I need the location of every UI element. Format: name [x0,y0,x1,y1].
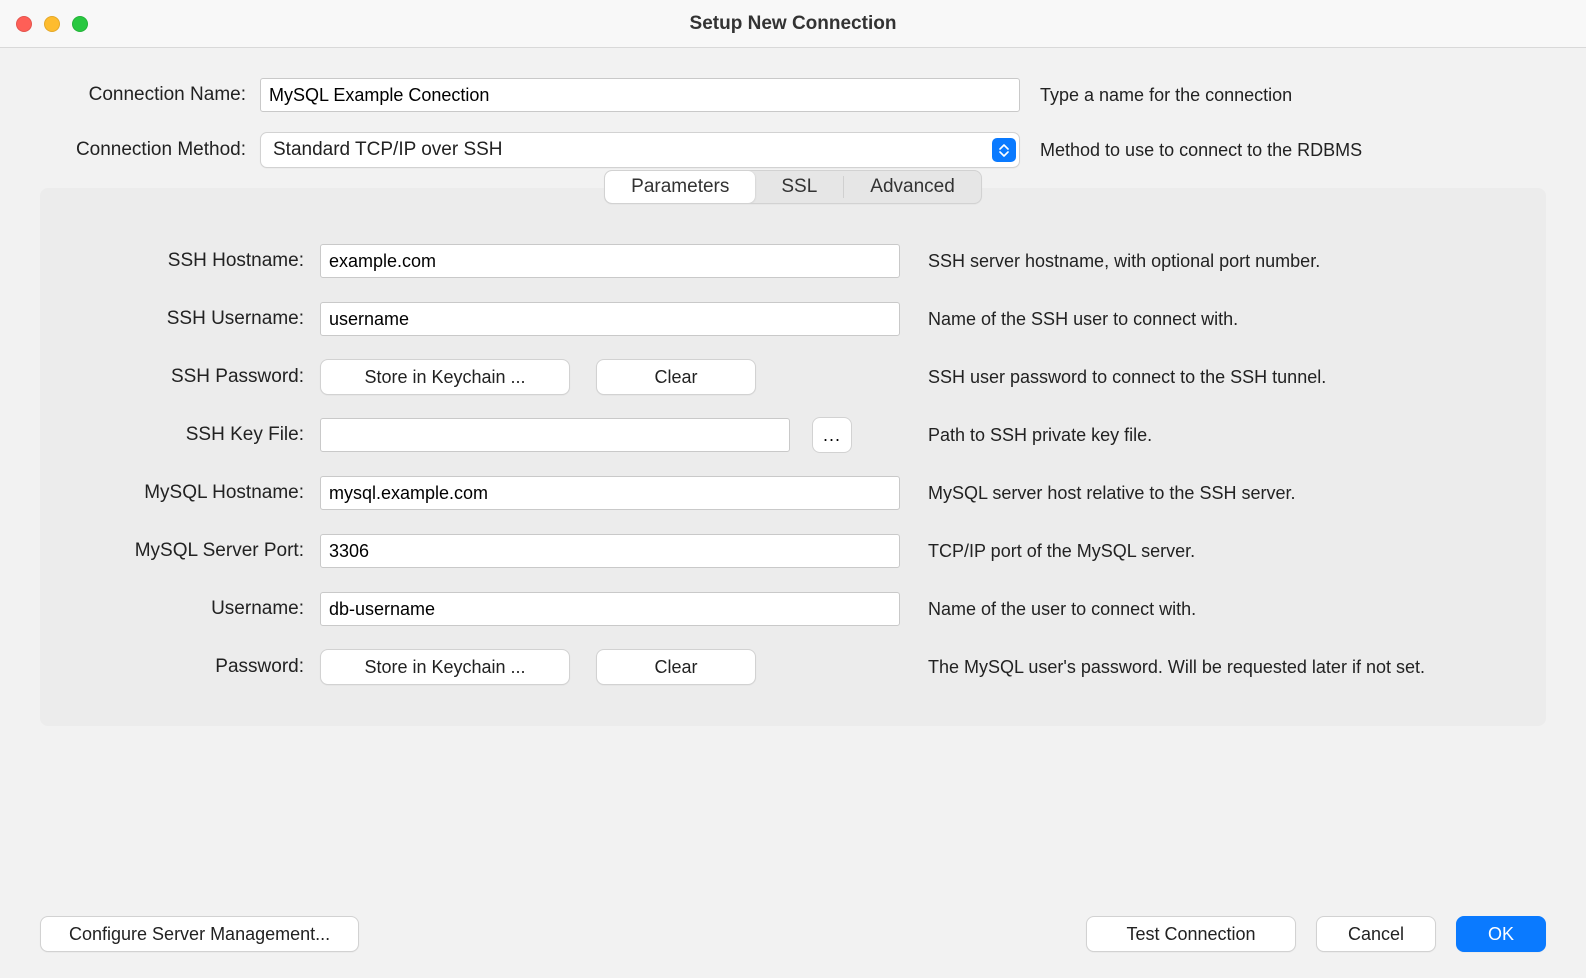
zoom-icon[interactable] [72,16,88,32]
cancel-button[interactable]: Cancel [1316,916,1436,952]
mysql-port-label: MySQL Server Port: [70,540,320,562]
connection-method-value: Standard TCP/IP over SSH [273,139,503,161]
ssh-keyfile-label: SSH Key File: [70,424,320,446]
connection-name-helper: Type a name for the connection [1020,85,1546,106]
parameters-panel: Parameters SSL Advanced SSH Hostname: SS… [40,188,1546,726]
connection-name-input[interactable] [260,78,1020,112]
tab-group: Parameters SSL Advanced [604,170,982,204]
configure-server-button[interactable]: Configure Server Management... [40,916,359,952]
ssh-keyfile-browse-button[interactable]: ... [812,417,852,453]
connection-method-label: Connection Method: [40,139,260,161]
tab-advanced[interactable]: Advanced [844,171,981,203]
username-label: Username: [70,598,320,620]
ssh-password-clear-button[interactable]: Clear [596,359,756,395]
ssh-keyfile-helper: Path to SSH private key file. [900,425,1516,446]
titlebar: Setup New Connection [0,0,1586,48]
connection-name-label: Connection Name: [40,84,260,106]
chevron-updown-icon[interactable] [992,138,1016,162]
ssh-hostname-input[interactable] [320,244,900,278]
username-input[interactable] [320,592,900,626]
ssh-hostname-label: SSH Hostname: [70,250,320,272]
password-clear-button[interactable]: Clear [596,649,756,685]
tab-ssl[interactable]: SSL [755,171,843,203]
password-label: Password: [70,656,320,678]
footer-bar: Configure Server Management... Test Conn… [0,886,1586,952]
ssh-password-store-button[interactable]: Store in Keychain ... [320,359,570,395]
connection-method-helper: Method to use to connect to the RDBMS [1020,140,1546,161]
ssh-hostname-helper: SSH server hostname, with optional port … [900,251,1516,272]
test-connection-button[interactable]: Test Connection [1086,916,1296,952]
password-helper: The MySQL user's password. Will be reque… [900,657,1516,678]
mysql-port-input[interactable] [320,534,900,568]
connection-method-select[interactable]: Standard TCP/IP over SSH [260,132,1020,168]
ok-button[interactable]: OK [1456,916,1546,952]
window-title: Setup New Connection [0,13,1586,35]
close-icon[interactable] [16,16,32,32]
mysql-hostname-input[interactable] [320,476,900,510]
password-store-button[interactable]: Store in Keychain ... [320,649,570,685]
ssh-username-helper: Name of the SSH user to connect with. [900,309,1516,330]
ssh-username-input[interactable] [320,302,900,336]
window-controls [16,16,88,32]
minimize-icon[interactable] [44,16,60,32]
mysql-hostname-label: MySQL Hostname: [70,482,320,504]
tab-parameters[interactable]: Parameters [605,171,755,203]
mysql-hostname-helper: MySQL server host relative to the SSH se… [900,483,1516,504]
username-helper: Name of the user to connect with. [900,599,1516,620]
ssh-keyfile-input[interactable] [320,418,790,452]
ssh-password-helper: SSH user password to connect to the SSH … [900,367,1516,388]
mysql-port-helper: TCP/IP port of the MySQL server. [900,541,1516,562]
ssh-username-label: SSH Username: [70,308,320,330]
ssh-password-label: SSH Password: [70,366,320,388]
